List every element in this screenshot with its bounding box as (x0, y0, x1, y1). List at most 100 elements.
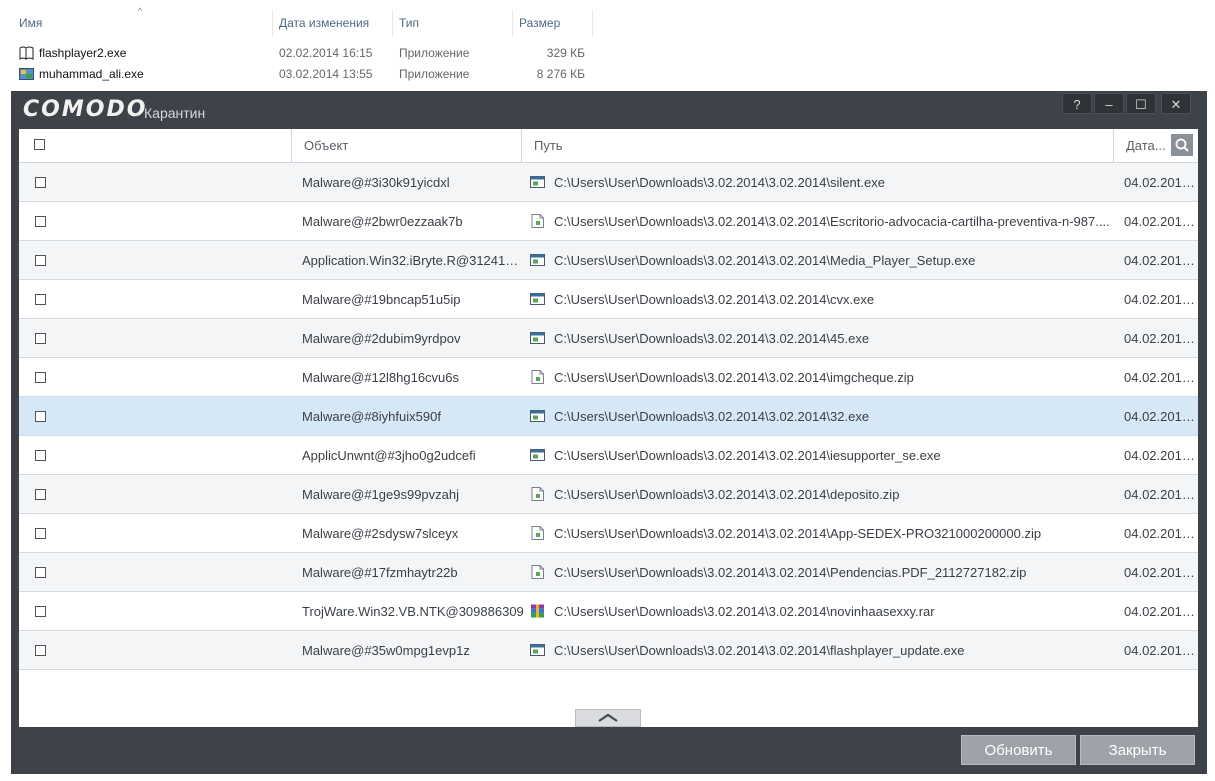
exe-icon (530, 176, 545, 188)
table-row[interactable]: Malware@#12l8hg16cvu6s C:\Users\User\Down… (19, 358, 1198, 397)
close-window-button[interactable]: ✕ (1161, 93, 1191, 114)
table-row[interactable]: Malware@#1ge9s99pvzahj C:\Users\User\Down… (19, 475, 1198, 514)
rar-icon (531, 604, 544, 618)
quarantine-date: 04.02.2014... (1124, 448, 1198, 463)
file-name: muhammad_ali.exe (39, 67, 144, 81)
quarantine-date: 04.02.2014... (1124, 604, 1198, 619)
quarantine-date: 04.02.2014... (1124, 253, 1198, 268)
exe-icon (530, 254, 545, 266)
close-button[interactable]: Закрыть (1080, 735, 1195, 765)
table-row[interactable]: ApplicUnwnt@#3jho0g2udcefi C:\Users\User\… (19, 436, 1198, 475)
row-checkbox[interactable] (35, 489, 46, 500)
row-checkbox[interactable] (35, 450, 46, 461)
exe-icon (530, 644, 545, 656)
collapse-panel-button[interactable] (575, 709, 641, 727)
row-checkbox[interactable] (35, 216, 46, 227)
column-type[interactable]: Тип (399, 16, 419, 30)
minimize-button[interactable]: – (1094, 93, 1124, 114)
file-path: C:\Users\User\Downloads\3.02.2014\3.02.2… (554, 448, 941, 463)
object-name: Malware@#2dubim9yrdpov (302, 331, 461, 346)
object-name: Malware@#1ge9s99pvzahj (302, 487, 460, 502)
file-path: C:\Users\User\Downloads\3.02.2014\3.02.2… (554, 409, 870, 424)
file-path: C:\Users\User\Downloads\3.02.2014\3.02.2… (554, 292, 875, 307)
row-checkbox[interactable] (35, 567, 46, 578)
file-name: flashplayer2.exe (39, 46, 127, 60)
quarantine-date: 04.02.2014... (1124, 292, 1198, 307)
column-size[interactable]: Размер (519, 16, 560, 30)
quarantine-date: 04.02.2014... (1124, 565, 1198, 580)
table-row[interactable]: Malware@#2dubim9yrdpov C:\Users\User\Down… (19, 319, 1198, 358)
explorer-file-row[interactable]: flashplayer2.exe 02.02.2014 16:15 Прилож… (0, 43, 620, 63)
file-path: C:\Users\User\Downloads\3.02.2014\3.02.2… (554, 487, 900, 502)
search-button[interactable] (1171, 134, 1193, 156)
file-path: C:\Users\User\Downloads\3.02.2014\3.02.2… (554, 370, 914, 385)
grid-header: Объект Путь Дата... (19, 129, 1198, 163)
table-row[interactable]: TrojWare.Win32.VB.NTK@309886309 C:\Users\… (19, 592, 1198, 631)
sort-ascending-icon: ^ (138, 6, 143, 16)
select-all-checkbox[interactable] (34, 139, 45, 150)
quarantine-date: 04.02.2014... (1124, 175, 1198, 190)
column-divider[interactable] (272, 10, 273, 36)
quarantine-date: 04.02.2014... (1124, 214, 1198, 229)
exe-icon (530, 293, 545, 305)
object-name: Malware@#12l8hg16cvu6s (302, 370, 460, 385)
file-path: C:\Users\User\Downloads\3.02.2014\3.02.2… (554, 175, 885, 190)
window-title: Карантин (144, 105, 206, 121)
image-app-icon (19, 68, 34, 80)
row-checkbox[interactable] (35, 255, 46, 266)
column-object[interactable]: Объект (304, 138, 348, 153)
comodo-logo: COMODO (23, 97, 148, 122)
file-path: C:\Users\User\Downloads\3.02.2014\3.02.2… (554, 565, 1027, 580)
quarantine-date: 04.02.2014... (1124, 526, 1198, 541)
quarantine-grid: Объект Путь Дата... Malware@#3i30k91yicd… (19, 129, 1198, 727)
column-divider[interactable] (1113, 129, 1114, 162)
file-path: C:\Users\User\Downloads\3.02.2014\3.02.2… (554, 526, 1042, 541)
row-checkbox[interactable] (35, 411, 46, 422)
row-checkbox[interactable] (35, 528, 46, 539)
refresh-button[interactable]: Обновить (961, 735, 1076, 765)
file-type: Приложение (399, 67, 470, 81)
file-path: C:\Users\User\Downloads\3.02.2014\3.02.2… (554, 331, 870, 346)
table-row[interactable]: Application.Win32.iBryte.R@3124172... C:\… (19, 241, 1198, 280)
explorer-file-row[interactable]: muhammad_ali.exe 03.02.2014 13:55 Прилож… (0, 64, 620, 84)
row-checkbox[interactable] (35, 606, 46, 617)
column-name[interactable]: Имя (19, 16, 42, 30)
quarantine-window: COMODO Карантин ? – ☐ ✕ Объект Путь Дата… (11, 91, 1207, 774)
table-row[interactable]: Malware@#8iyhfuix590f C:\Users\User\Downl… (19, 397, 1198, 436)
book-icon (19, 46, 34, 60)
object-name: Malware@#2bwr0ezzaak7b (302, 214, 463, 229)
column-divider[interactable] (521, 129, 522, 162)
row-checkbox[interactable] (35, 177, 46, 188)
column-divider[interactable] (592, 10, 593, 36)
file-path: C:\Users\User\Downloads\3.02.2014\3.02.2… (554, 253, 976, 268)
exe-icon (530, 410, 545, 422)
object-name: Malware@#17fzmhaytr22b (302, 565, 458, 580)
row-checkbox[interactable] (35, 333, 46, 344)
column-date[interactable]: Дата... (1126, 138, 1166, 153)
column-date[interactable]: Дата изменения (279, 16, 369, 30)
row-checkbox[interactable] (35, 294, 46, 305)
row-checkbox[interactable] (35, 372, 46, 383)
table-row[interactable]: Malware@#2sdysw7slceyx C:\Users\User\Down… (19, 514, 1198, 553)
quarantine-date: 04.02.2014... (1124, 409, 1198, 424)
table-row[interactable]: Malware@#19bncap51u5ip C:\Users\User\Down… (19, 280, 1198, 319)
file-icon (531, 370, 544, 384)
row-checkbox[interactable] (35, 645, 46, 656)
file-date: 02.02.2014 16:15 (279, 46, 373, 60)
file-path: C:\Users\User\Downloads\3.02.2014\3.02.2… (554, 604, 935, 619)
column-path[interactable]: Путь (534, 138, 563, 153)
help-button[interactable]: ? (1062, 93, 1092, 114)
file-icon (531, 526, 544, 540)
column-divider[interactable] (291, 129, 292, 162)
object-name: Application.Win32.iBryte.R@3124172... (302, 253, 524, 268)
table-row[interactable]: Malware@#3i30k91yicdxl C:\Users\User\Down… (19, 163, 1198, 202)
column-divider[interactable] (512, 10, 513, 36)
table-row[interactable]: Malware@#2bwr0ezzaak7b C:\Users\User\Down… (19, 202, 1198, 241)
maximize-button[interactable]: ☐ (1126, 93, 1156, 114)
file-size: 329 КБ (546, 46, 585, 60)
object-name: Malware@#35w0mpg1evp1z (302, 643, 470, 658)
table-row[interactable]: Malware@#17fzmhaytr22b C:\Users\User\Down… (19, 553, 1198, 592)
exe-icon (530, 449, 545, 461)
column-divider[interactable] (392, 10, 393, 36)
table-row[interactable]: Malware@#35w0mpg1evp1z C:\Users\User\Down… (19, 631, 1198, 670)
